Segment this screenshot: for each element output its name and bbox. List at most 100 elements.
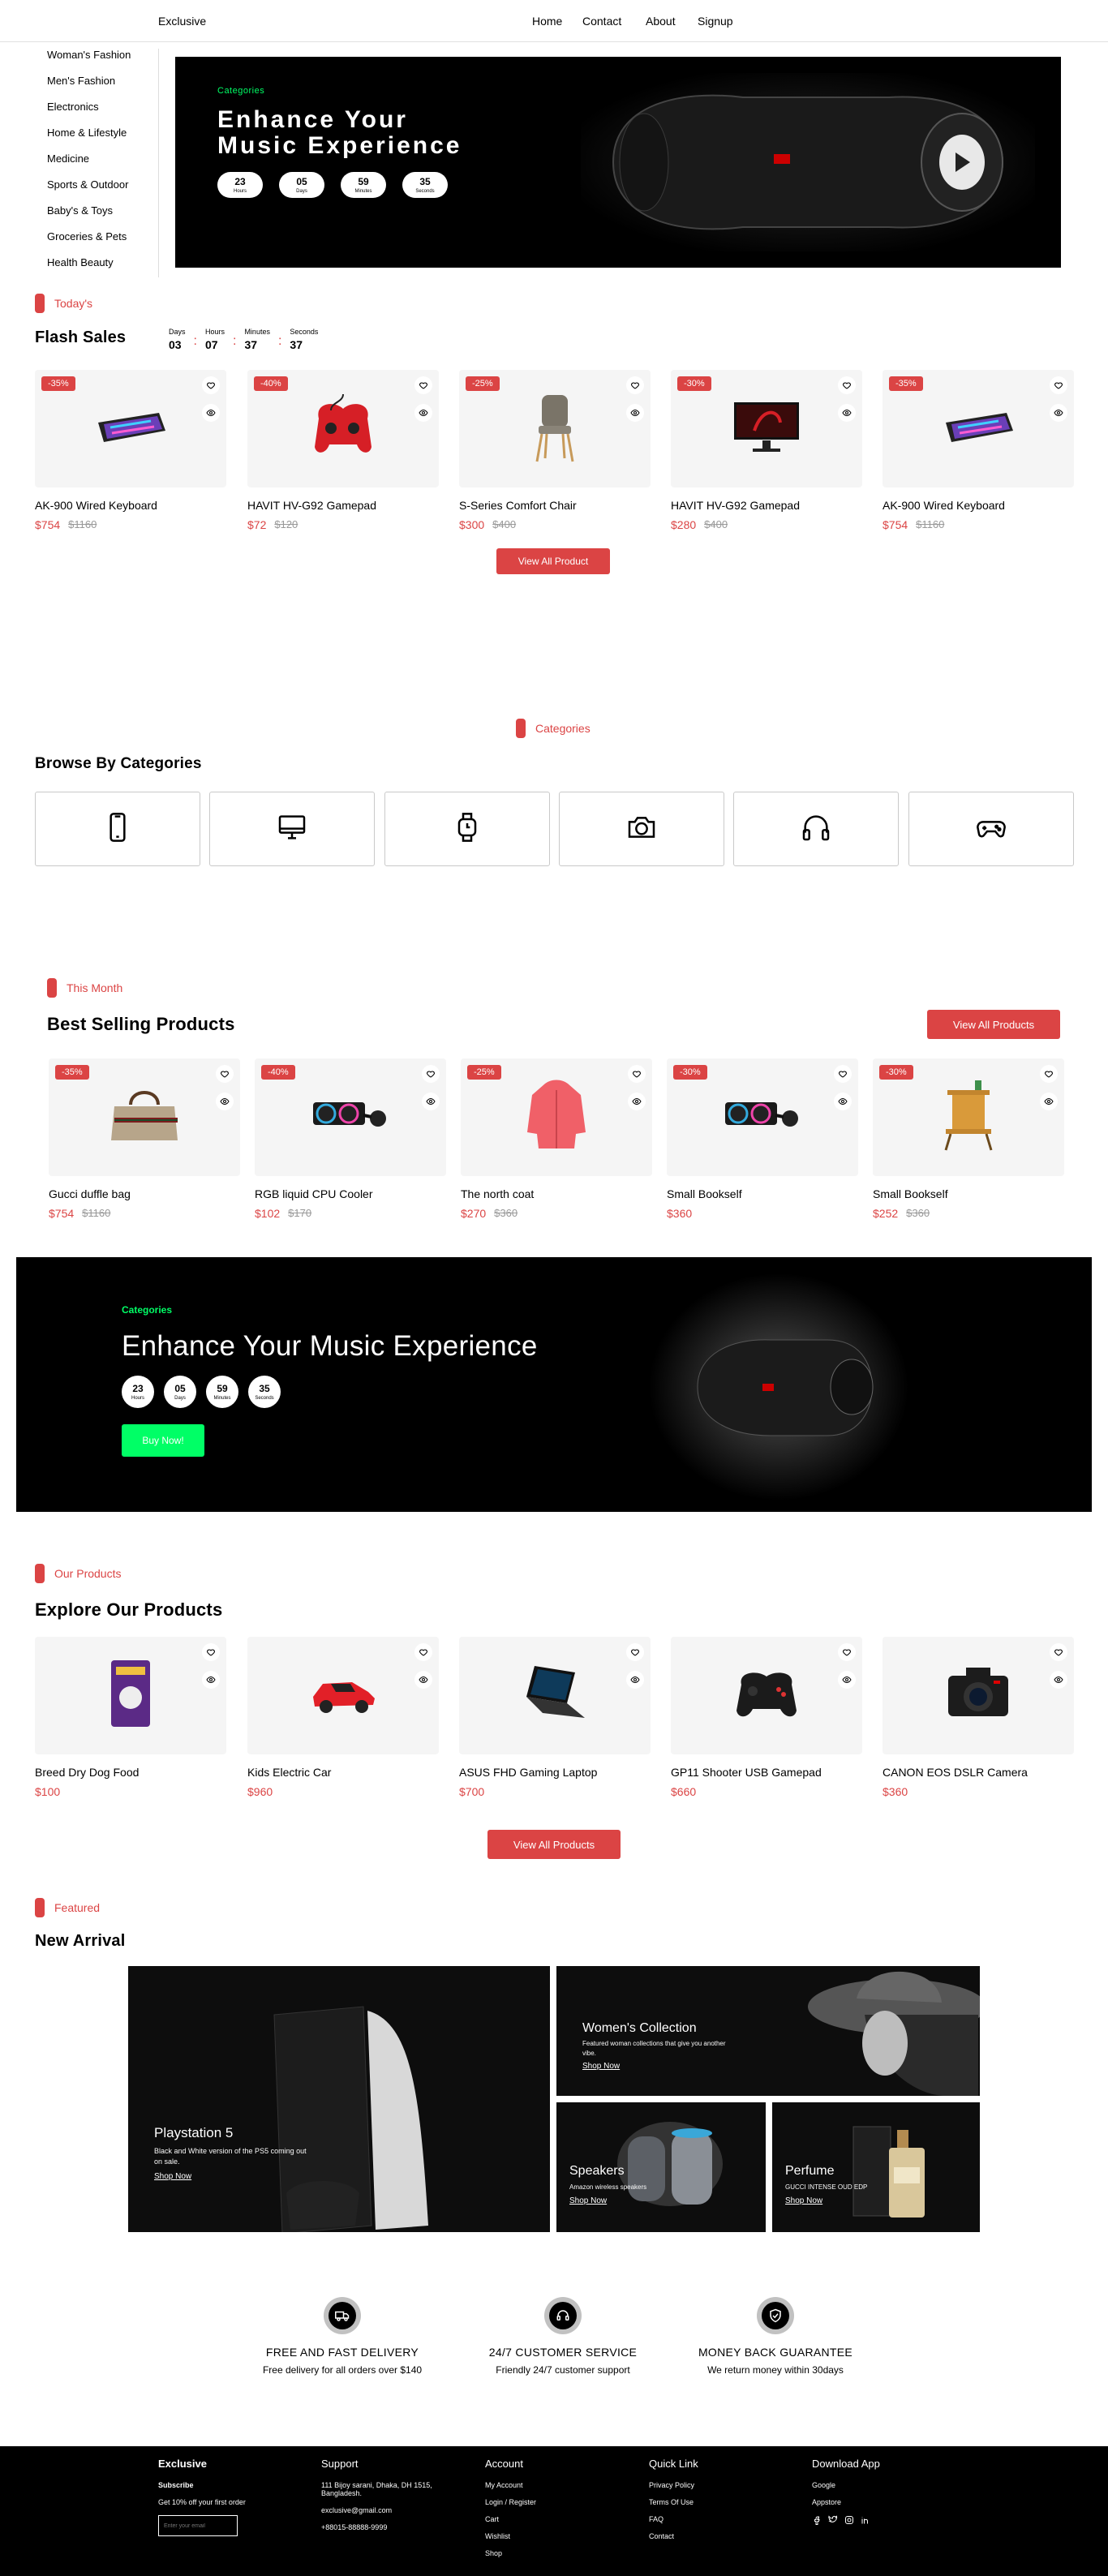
product-name[interactable]: AK-900 Wired Keyboard [883, 499, 1074, 512]
quick-view-eye-icon[interactable] [216, 1093, 234, 1110]
footer-link[interactable]: Login / Register [485, 2498, 536, 2506]
product-card[interactable]: Kids Electric Car $960 [247, 1637, 439, 1798]
quick-view-eye-icon[interactable] [422, 1093, 440, 1110]
sidebar-item[interactable]: Groceries & Pets [47, 230, 158, 256]
wishlist-heart-icon[interactable] [1040, 1065, 1058, 1083]
product-card[interactable]: -40% HAVIT HV-G92 Gamepad $72 $120 [247, 370, 439, 531]
sidebar-item[interactable]: Home & Lifestyle [47, 127, 158, 152]
product-card[interactable]: ASUS FHD Gaming Laptop $700 [459, 1637, 651, 1798]
product-name[interactable]: Breed Dry Dog Food [35, 1766, 226, 1779]
perfume-tile[interactable]: Perfume GUCCI INTENSE OUD EDP Shop Now [772, 2102, 980, 2232]
footer-link[interactable]: Wishlist [485, 2532, 536, 2540]
wishlist-heart-icon[interactable] [202, 376, 220, 394]
footer-link[interactable]: My Account [485, 2481, 536, 2489]
product-name[interactable]: Gucci duffle bag [49, 1187, 240, 1200]
quick-view-eye-icon[interactable] [1050, 1671, 1067, 1689]
product-name[interactable]: Small Bookself [873, 1187, 1064, 1200]
product-image[interactable]: -25% [461, 1058, 652, 1176]
category-computer[interactable] [209, 792, 375, 866]
product-card[interactable]: CANON EOS DSLR Camera $360 [883, 1637, 1074, 1798]
email-input[interactable] [158, 2515, 238, 2536]
hero-banner[interactable]: Categories Enhance Your Music Experience… [175, 57, 1061, 268]
wishlist-heart-icon[interactable] [202, 1643, 220, 1661]
sidebar-item[interactable]: Woman's Fashion [47, 49, 158, 75]
wishlist-heart-icon[interactable] [834, 1065, 852, 1083]
product-name[interactable]: HAVIT HV-G92 Gamepad [247, 499, 439, 512]
wishlist-heart-icon[interactable] [414, 376, 432, 394]
view-all-explore-button[interactable]: View All Products [487, 1830, 621, 1859]
product-card[interactable]: -35% AK-900 Wired Keyboard $754 $1160 [883, 370, 1074, 531]
wishlist-heart-icon[interactable] [414, 1643, 432, 1661]
footer-phone[interactable]: +88015-88888-9999 [321, 2523, 467, 2531]
ps5-shop-link[interactable]: Shop Now [154, 2172, 191, 2181]
quick-view-eye-icon[interactable] [628, 1093, 646, 1110]
category-headphones[interactable] [733, 792, 899, 866]
instagram-icon[interactable] [844, 2515, 854, 2525]
footer-email[interactable]: exclusive@gmail.com [321, 2506, 467, 2514]
google-play-link[interactable]: Google [812, 2481, 880, 2489]
product-card[interactable]: Breed Dry Dog Food $100 [35, 1637, 226, 1798]
quick-view-eye-icon[interactable] [626, 1671, 644, 1689]
quick-view-eye-icon[interactable] [202, 1671, 220, 1689]
women-shop-link[interactable]: Shop Now [582, 2062, 620, 2071]
product-card[interactable]: -30% Small Bookself $252 $360 [873, 1058, 1064, 1220]
wishlist-heart-icon[interactable] [626, 1643, 644, 1661]
women-tile[interactable]: Women's Collection Featured woman collec… [556, 1966, 980, 2096]
product-name[interactable]: HAVIT HV-G92 Gamepad [671, 499, 862, 512]
product-name[interactable]: GP11 Shooter USB Gamepad [671, 1766, 862, 1779]
product-card[interactable]: GP11 Shooter USB Gamepad $660 [671, 1637, 862, 1798]
product-name[interactable]: S-Series Comfort Chair [459, 499, 651, 512]
product-image[interactable] [35, 1637, 226, 1754]
footer-link[interactable]: Privacy Policy [649, 2481, 698, 2489]
footer-link[interactable]: Shop [485, 2549, 536, 2557]
quick-view-eye-icon[interactable] [1040, 1093, 1058, 1110]
product-image[interactable]: -40% [255, 1058, 446, 1176]
product-image[interactable] [671, 1637, 862, 1754]
sidebar-item[interactable]: Baby's & Toys [47, 204, 158, 230]
product-image[interactable] [247, 1637, 439, 1754]
product-image[interactable]: -25% [459, 370, 651, 487]
linkedin-icon[interactable] [861, 2515, 870, 2525]
product-name[interactable]: ASUS FHD Gaming Laptop [459, 1766, 651, 1779]
wishlist-heart-icon[interactable] [422, 1065, 440, 1083]
quick-view-eye-icon[interactable] [1050, 404, 1067, 422]
nav-home-link[interactable]: Home [532, 15, 562, 28]
footer-link[interactable]: Terms Of Use [649, 2498, 698, 2506]
wishlist-heart-icon[interactable] [1050, 376, 1067, 394]
twitter-icon[interactable] [828, 2515, 838, 2525]
footer-logo[interactable]: Exclusive [158, 2458, 246, 2470]
quick-view-eye-icon[interactable] [202, 404, 220, 422]
category-camera[interactable] [559, 792, 724, 866]
nav-contact-link[interactable]: Contact [582, 15, 621, 28]
view-all-best-button[interactable]: View All Products [927, 1010, 1060, 1039]
product-image[interactable]: -35% [49, 1058, 240, 1176]
site-logo[interactable]: Exclusive [158, 15, 206, 28]
perfume-shop-link[interactable]: Shop Now [785, 2196, 822, 2205]
quick-view-eye-icon[interactable] [626, 404, 644, 422]
quick-view-eye-icon[interactable] [834, 1093, 852, 1110]
quick-view-eye-icon[interactable] [838, 404, 856, 422]
product-card[interactable]: -35% Gucci duffle bag $754 $1160 [49, 1058, 240, 1220]
product-name[interactable]: RGB liquid CPU Cooler [255, 1187, 446, 1200]
wishlist-heart-icon[interactable] [626, 376, 644, 394]
product-image[interactable]: -40% [247, 370, 439, 487]
product-name[interactable]: Kids Electric Car [247, 1766, 439, 1779]
product-image[interactable] [459, 1637, 651, 1754]
product-card[interactable]: -35% AK-900 Wired Keyboard $754 $1160 [35, 370, 226, 531]
footer-link[interactable]: Contact [649, 2532, 698, 2540]
product-name[interactable]: Small Bookself [667, 1187, 858, 1200]
speakers-tile[interactable]: Speakers Amazon wireless speakers Shop N… [556, 2102, 766, 2232]
category-phone[interactable] [35, 792, 200, 866]
footer-link[interactable]: Cart [485, 2515, 536, 2523]
buy-now-button[interactable]: Buy Now! [122, 1424, 204, 1457]
product-card[interactable]: -25% The north coat $270 $360 [461, 1058, 652, 1220]
footer-link[interactable]: FAQ [649, 2515, 698, 2523]
promo-banner[interactable]: Categories Enhance Your Music Experience… [16, 1257, 1092, 1512]
app-store-link[interactable]: Appstore [812, 2498, 880, 2506]
sidebar-item[interactable]: Medicine [47, 152, 158, 178]
product-card[interactable]: -25% S-Series Comfort Chair $300 $400 [459, 370, 651, 531]
nav-signup-link[interactable]: Signup [698, 15, 733, 28]
wishlist-heart-icon[interactable] [838, 1643, 856, 1661]
view-all-flash-button[interactable]: View All Product [496, 548, 610, 574]
product-card[interactable]: -30% HAVIT HV-G92 Gamepad $280 $400 [671, 370, 862, 531]
